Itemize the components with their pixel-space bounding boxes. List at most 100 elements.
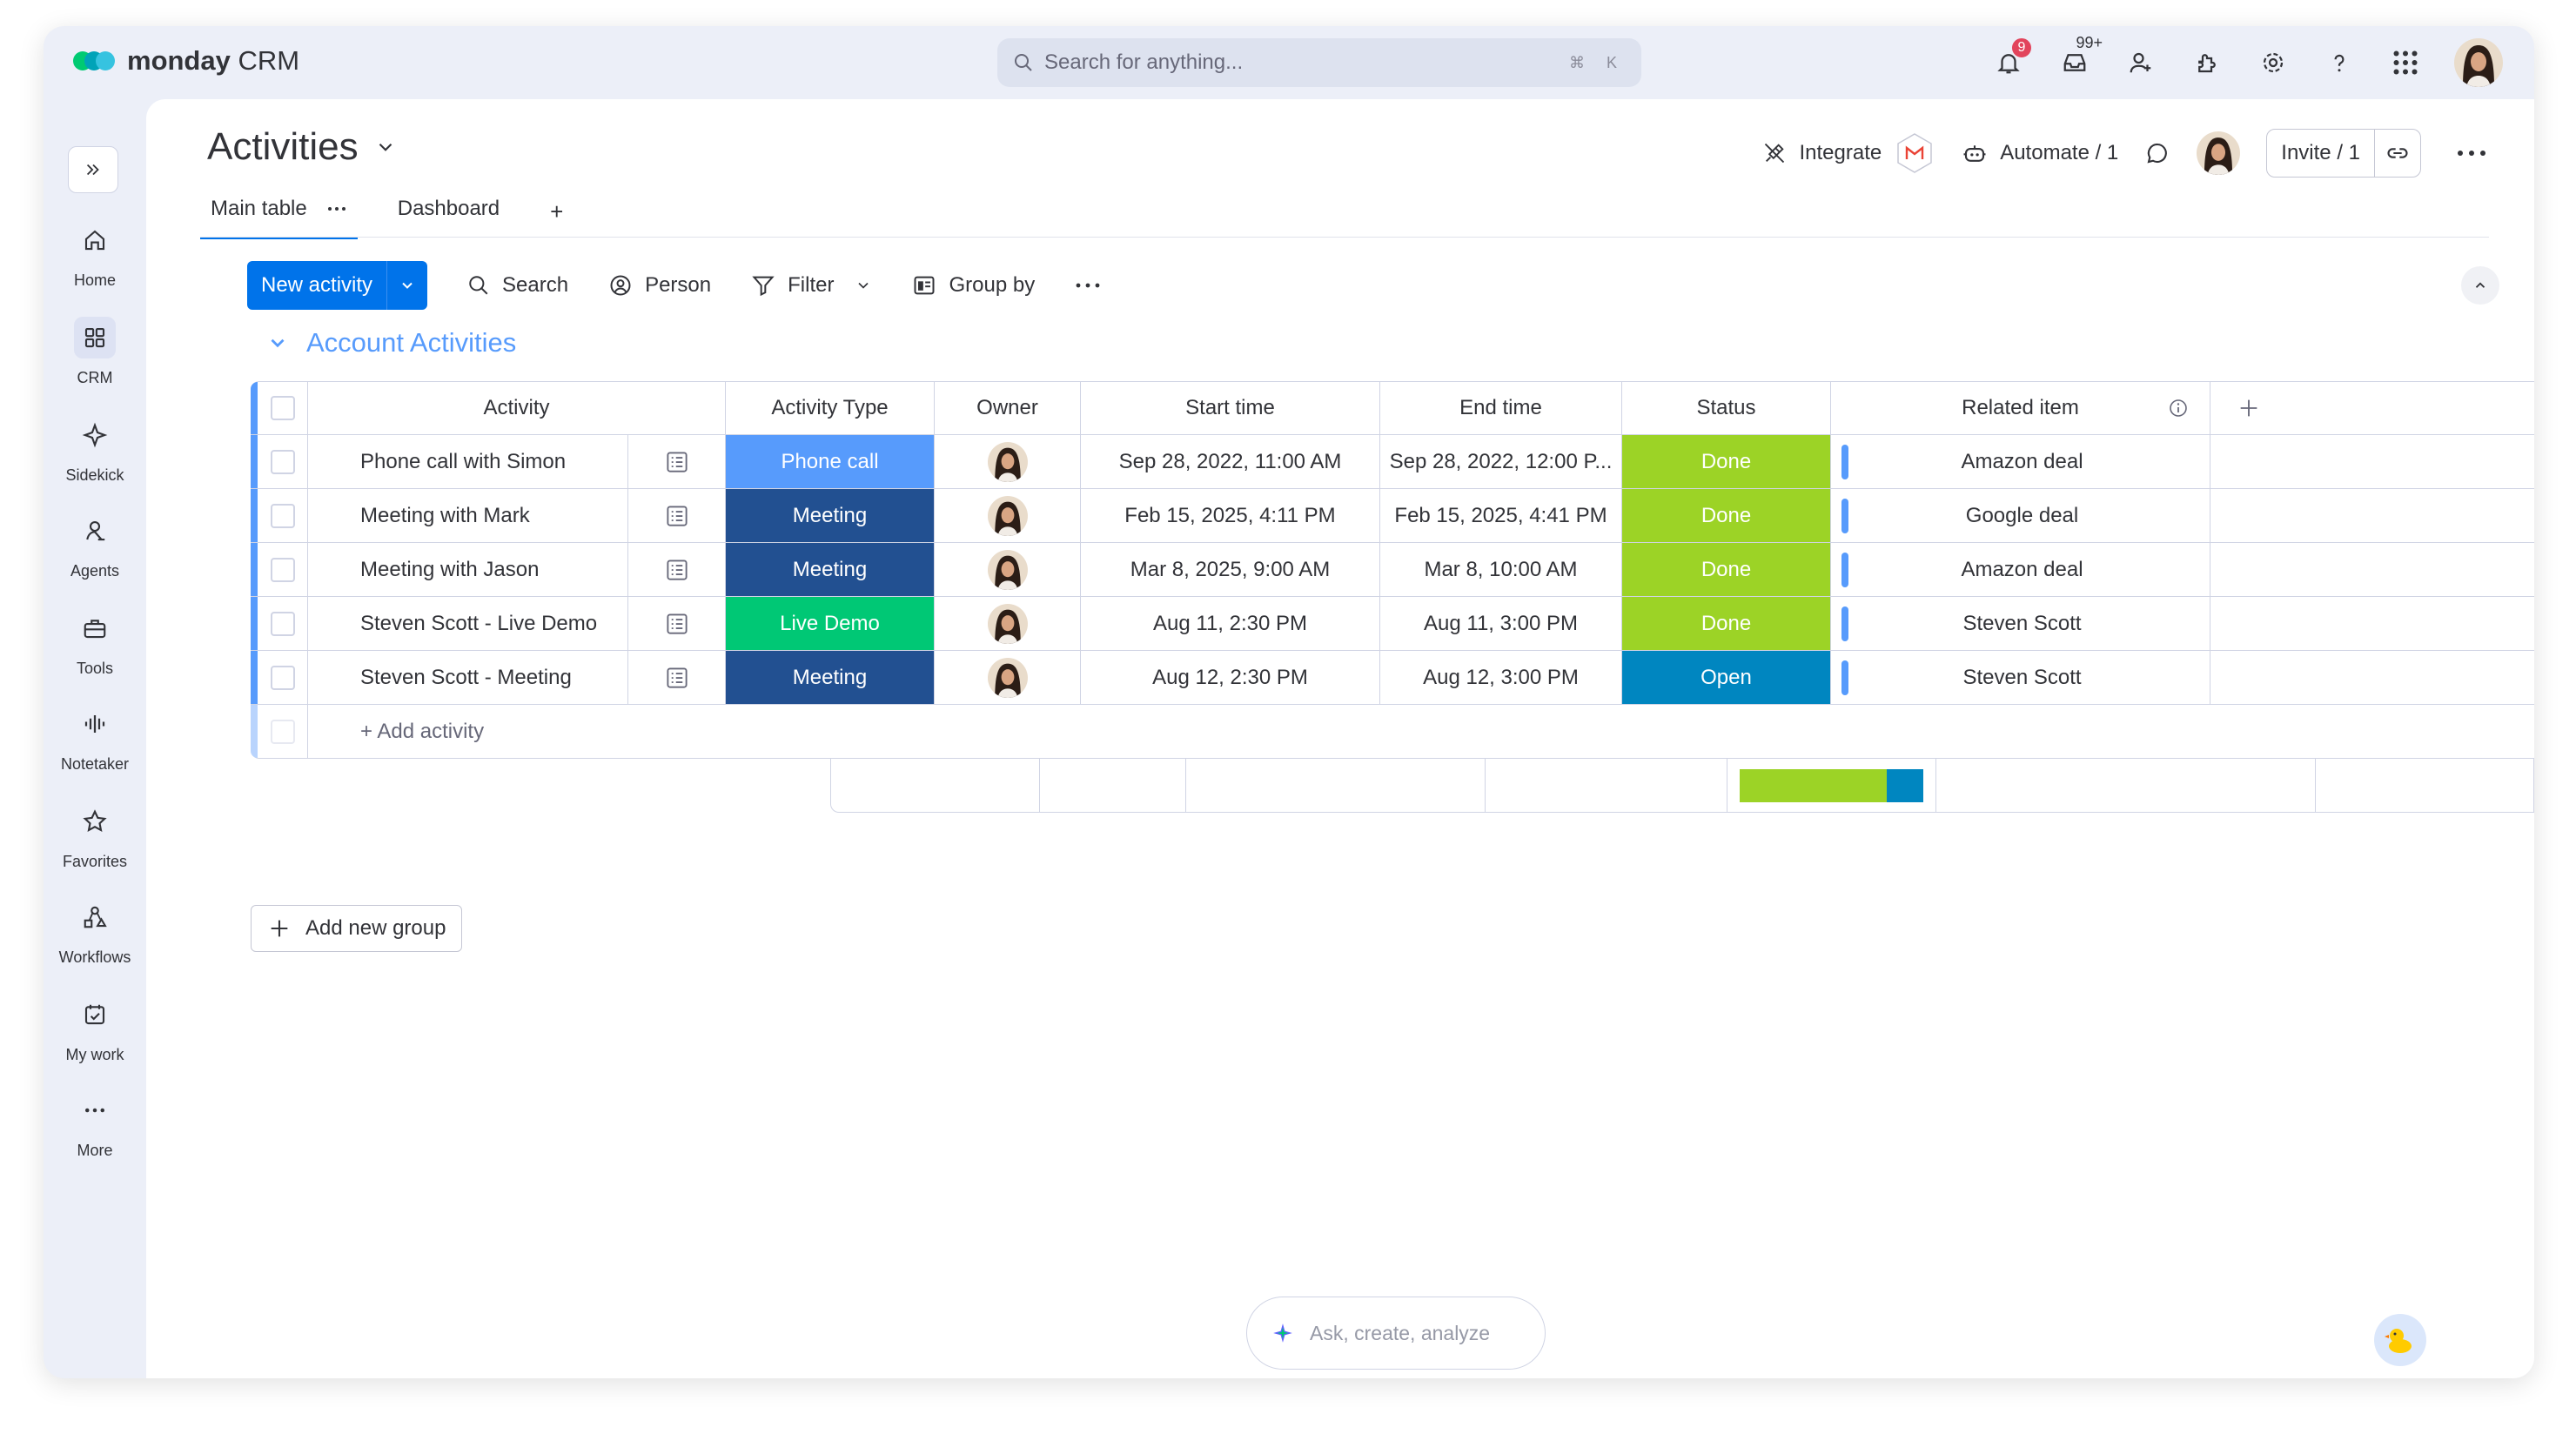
tab-options-icon[interactable] [326,205,347,212]
add-activity-label[interactable]: + Add activity [308,720,484,744]
help-icon[interactable] [2322,45,2357,80]
owner-cell[interactable] [935,651,1081,704]
assistant-duck-icon[interactable] [2374,1314,2426,1366]
rail-item-crm[interactable]: CRM [44,317,146,387]
item-details-icon[interactable] [627,597,725,650]
invite-members-icon[interactable] [2123,45,2158,80]
group-header[interactable]: Account Activities [266,327,516,358]
inbox-icon[interactable]: 99+ [2057,34,2103,80]
related-item-link[interactable]: Steven Scott [1848,612,2210,636]
table-row[interactable]: Meeting with Mark Meeting Feb 15, 2025, … [251,489,2534,543]
start-time-cell[interactable]: Mar 8, 2025, 9:00 AM [1081,543,1380,596]
activity-name[interactable]: Steven Scott - Meeting [308,666,627,690]
column-owner[interactable]: Owner [935,382,1081,434]
status-summary-segment[interactable] [1887,768,1924,802]
settings-icon[interactable] [2256,45,2291,80]
end-time-cell[interactable]: Sep 28, 2022, 12:00 P... [1380,435,1622,488]
board-title[interactable]: Activities [207,125,397,169]
status-cell[interactable]: Done [1622,489,1831,542]
column-status[interactable]: Status [1622,382,1831,434]
start-time-cell[interactable]: Aug 12, 2:30 PM [1081,651,1380,704]
rail-item-home[interactable]: Home [44,219,146,290]
table-row[interactable]: Steven Scott - Live Demo Live Demo Aug 1… [251,597,2534,651]
rail-item-tools[interactable]: Tools [44,607,146,678]
owner-avatar[interactable] [987,549,1028,590]
add-view-button[interactable]: + [540,190,574,241]
related-item-cell[interactable]: Amazon deal [1831,543,2210,596]
owner-avatar[interactable] [987,441,1028,482]
status-cell[interactable]: Done [1622,435,1831,488]
status-summary[interactable] [1727,759,1936,812]
collapse-header-button[interactable] [2461,266,2499,305]
activity-type-cell[interactable]: Meeting [726,543,935,596]
toolbar-more-icon[interactable] [1075,282,1101,289]
group-title[interactable]: Account Activities [306,327,516,358]
invite-button[interactable]: Invite / 1 [2266,129,2421,178]
tab-dashboard[interactable]: Dashboard [387,190,510,237]
rail-item-my-work[interactable]: My work [44,994,146,1064]
activity-cell[interactable]: Steven Scott - Meeting [308,651,726,704]
activity-name[interactable]: Steven Scott - Live Demo [308,612,627,636]
add-activity-input[interactable]: + Add activity [308,705,726,758]
end-time-cell[interactable]: Feb 15, 2025, 4:41 PM [1380,489,1622,542]
table-row[interactable]: Phone call with Simon Phone call Sep 28,… [251,435,2534,489]
logo[interactable]: monday CRM [73,45,299,77]
status-summary-segment[interactable] [1739,768,1888,802]
automate-button[interactable]: Automate / 1 [1962,140,2118,166]
start-time-cell[interactable]: Aug 11, 2:30 PM [1081,597,1380,650]
add-new-group-button[interactable]: Add new group [251,905,463,952]
column-activity[interactable]: Activity [308,382,726,434]
end-time-cell[interactable]: Aug 11, 3:00 PM [1380,597,1622,650]
related-item-link[interactable]: Steven Scott [1848,666,2210,690]
related-item-link[interactable]: Amazon deal [1848,558,2210,582]
rail-item-workflows[interactable]: Workflows [44,896,146,967]
owner-cell[interactable] [935,543,1081,596]
activity-type-cell[interactable]: Meeting [726,489,935,542]
search-button[interactable]: Search [467,273,568,298]
activity-cell[interactable]: Phone call with Simon [308,435,726,488]
end-time-cell[interactable]: Mar 8, 10:00 AM [1380,543,1622,596]
related-item-cell[interactable]: Google deal [1831,489,2210,542]
item-details-icon[interactable] [627,543,725,596]
column-related-item[interactable]: Related item [1831,382,2210,434]
row-checkbox[interactable] [258,435,308,488]
activity-name[interactable]: Phone call with Simon [308,450,627,474]
column-end-time[interactable]: End time [1380,382,1622,434]
owner-cell[interactable] [935,435,1081,488]
related-item-link[interactable]: Google deal [1848,504,2210,528]
rail-item-sidekick[interactable]: Sidekick [44,414,146,485]
copy-link-icon[interactable] [2375,141,2420,165]
ask-ai-input[interactable]: Ask, create, analyze [1246,1297,1546,1370]
select-all-checkbox[interactable] [258,382,308,434]
item-details-icon[interactable] [627,651,725,704]
global-search[interactable]: Search for anything... ⌘ K [997,38,1641,87]
status-summary-bar[interactable] [1739,768,1924,802]
integrate-button[interactable]: Integrate [1762,132,1935,174]
activity-cell[interactable]: Meeting with Mark [308,489,726,542]
status-cell[interactable]: Done [1622,543,1831,596]
column-start-time[interactable]: Start time [1081,382,1380,434]
owner-avatar[interactable] [987,603,1028,644]
row-checkbox[interactable] [258,489,308,542]
new-activity-button[interactable]: New activity [247,261,428,310]
rail-item-agents[interactable]: Agents [44,510,146,580]
owner-cell[interactable] [935,489,1081,542]
activity-type-cell[interactable]: Meeting [726,651,935,704]
tab-main-table[interactable]: Main table [200,190,358,239]
row-checkbox[interactable] [258,597,308,650]
end-time-cell[interactable]: Aug 12, 3:00 PM [1380,651,1622,704]
item-details-icon[interactable] [627,489,725,542]
related-item-cell[interactable]: Steven Scott [1831,597,2210,650]
owner-avatar[interactable] [987,657,1028,698]
related-item-link[interactable]: Amazon deal [1848,450,2210,474]
related-item-cell[interactable]: Amazon deal [1831,435,2210,488]
activity-type-cell[interactable]: Phone call [726,435,935,488]
activity-cell[interactable]: Meeting with Jason [308,543,726,596]
board-owner-avatar[interactable] [2197,131,2241,175]
bell-icon[interactable]: 9 [1991,37,2033,80]
add-column-button[interactable] [2210,382,2534,434]
person-filter-button[interactable]: Person [608,273,711,298]
expand-sidebar-button[interactable] [68,146,118,193]
updates-button[interactable] [2144,140,2170,166]
start-time-cell[interactable]: Feb 15, 2025, 4:11 PM [1081,489,1380,542]
